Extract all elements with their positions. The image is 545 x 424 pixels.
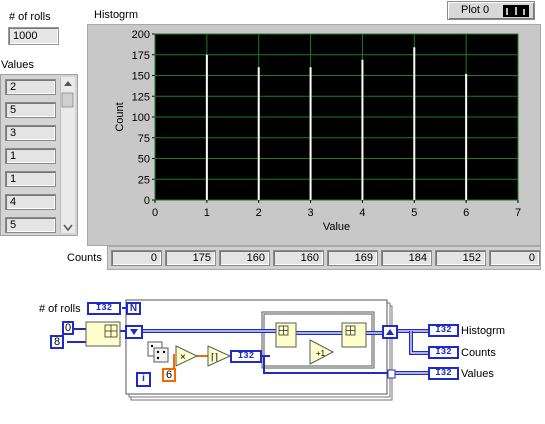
count-cell: 184 (381, 250, 432, 266)
x-tick-label: 0 (152, 207, 158, 219)
rolls-input[interactable]: 1000 (8, 27, 59, 45)
array-element: 4 (5, 194, 56, 210)
values-label: Values (1, 59, 34, 71)
plot-legend[interactable]: Plot 0 (447, 1, 535, 20)
x-tick-label: 1 (204, 207, 210, 219)
counts-output-label: Counts (461, 347, 496, 359)
plot-line-icon (503, 5, 529, 17)
constant-zero[interactable]: 0 (62, 321, 74, 335)
histogram-output-label: Histogrm (461, 325, 506, 337)
y-tick-label: 125 (132, 91, 150, 103)
svg-text:⌈⌉: ⌈⌉ (211, 352, 218, 362)
counts-array: 0 175 160 160 169 184 152 0 (107, 246, 541, 270)
count-cell: 152 (435, 250, 486, 266)
array-element: 3 (5, 125, 56, 141)
count-cell: 175 (165, 250, 216, 266)
x-tick-label: 2 (256, 207, 262, 219)
count-cell: 160 (273, 250, 324, 266)
x-tick-label: 5 (411, 207, 417, 219)
rolls-terminal[interactable]: I32 (87, 302, 121, 315)
scroll-down-icon[interactable] (63, 224, 73, 232)
values-indicator-terminal[interactable]: I32 (428, 367, 459, 380)
count-cell: 0 (111, 250, 162, 266)
values-array: 2 5 3 1 1 4 5 (0, 74, 78, 236)
counts-label: Counts (67, 252, 102, 264)
convert-i32-node[interactable]: I32 (230, 350, 262, 363)
diagram-rolls-label: # of rolls (39, 303, 81, 315)
plot-legend-label: Plot 0 (461, 4, 490, 16)
count-cell: 160 (219, 250, 270, 266)
count-cell: 0 (489, 250, 540, 266)
auto-index-tunnel (387, 369, 396, 379)
x-tick-label: 6 (463, 207, 469, 219)
y-tick-label: 0 (144, 195, 150, 207)
loop-iteration-terminal: i (136, 372, 151, 387)
array-element: 2 (5, 79, 56, 95)
svg-text:+1: +1 (316, 349, 326, 358)
counts-indicator-terminal[interactable]: I32 (428, 346, 459, 359)
y-tick-label: 150 (132, 71, 150, 83)
y-axis-label: Count (114, 102, 126, 131)
array-element: 5 (5, 217, 56, 233)
y-tick-label: 50 (138, 154, 150, 166)
constant-six[interactable]: 6 (162, 368, 176, 382)
y-tick-label: 200 (132, 29, 150, 41)
y-tick-label: 75 (138, 133, 150, 145)
constant-eight[interactable]: 8 (50, 335, 64, 349)
array-element: 1 (5, 148, 56, 164)
scroll-thumb[interactable] (61, 92, 74, 108)
y-tick-label: 100 (132, 112, 150, 124)
x-axis-label: Value (323, 221, 350, 233)
histogram-graph: 0 25 50 75 100 125 150 175 200 0 1 2 3 4 5 6 7 Value Count (87, 24, 541, 246)
array-element: 5 (5, 102, 56, 118)
y-tick-label: 175 (132, 50, 150, 62)
scroll-arrows (61, 81, 74, 232)
histogram-indicator-terminal[interactable]: I32 (428, 324, 459, 337)
values-scrollbar[interactable] (60, 77, 75, 233)
values-output-label: Values (461, 368, 494, 380)
rolls-label: # of rolls (9, 11, 51, 23)
x-tick-label: 4 (359, 207, 365, 219)
scroll-up-icon[interactable] (64, 81, 72, 86)
y-tick-label: 25 (138, 174, 150, 186)
count-cell: 169 (327, 250, 378, 266)
array-element: 1 (5, 171, 56, 187)
svg-text:×: × (180, 352, 186, 363)
initialize-array-node[interactable] (85, 321, 121, 347)
loop-count-terminal: N (126, 302, 141, 315)
histogram-plot: 0 25 50 75 100 125 150 175 200 0 1 2 3 4 5 6 7 Value Count (114, 29, 521, 233)
x-tick-label: 7 (515, 207, 521, 219)
x-tick-label: 3 (308, 207, 314, 219)
graph-label: Histogrm (94, 9, 139, 21)
